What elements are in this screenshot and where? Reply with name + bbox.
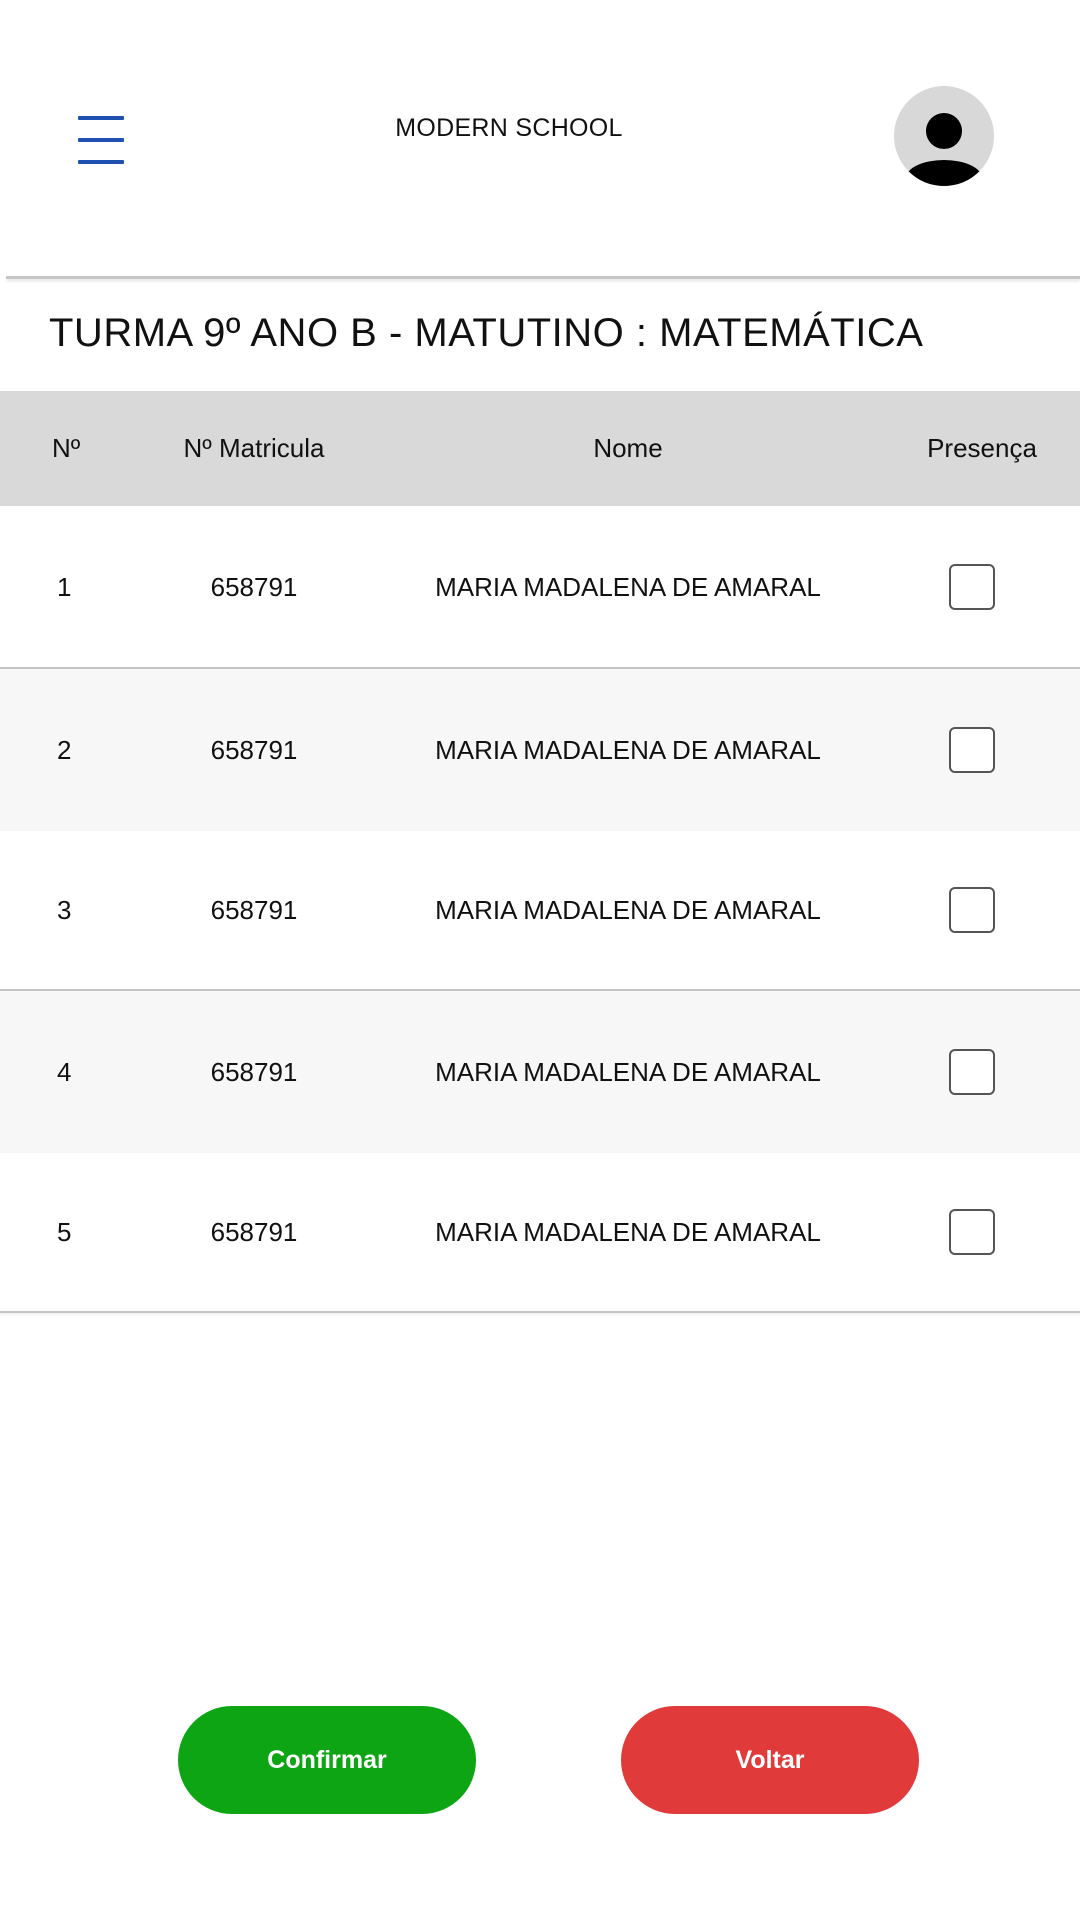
row-student-name: MARIA MADALENA DE AMARAL xyxy=(435,1056,821,1087)
presence-checkbox[interactable] xyxy=(949,1049,995,1095)
confirm-button[interactable]: Confirmar xyxy=(178,1706,476,1814)
presence-checkbox[interactable] xyxy=(949,564,995,610)
table-row: 5 658791 MARIA MADALENA DE AMARAL xyxy=(0,1151,1080,1313)
row-matricula: 658791 xyxy=(210,734,298,765)
back-button[interactable]: Voltar xyxy=(621,1706,919,1814)
row-student-name: MARIA MADALENA DE AMARAL xyxy=(435,1216,821,1247)
column-header-matricula: Nº Matricula xyxy=(183,433,325,463)
row-matricula: 658791 xyxy=(210,1056,298,1087)
row-matricula: 658791 xyxy=(210,1216,298,1247)
table-row: 2 658791 MARIA MADALENA DE AMARAL xyxy=(0,669,1080,831)
row-number: 1 xyxy=(57,571,72,602)
row-presence-cell xyxy=(890,991,1054,1153)
row-presence-cell xyxy=(890,1151,1054,1313)
row-student-name: MARIA MADALENA DE AMARAL xyxy=(435,894,821,925)
row-presence-cell xyxy=(890,506,1054,668)
table-row: 1 658791 MARIA MADALENA DE AMARAL xyxy=(0,506,1080,668)
row-matricula: 658791 xyxy=(210,894,298,925)
table-row: 3 658791 MARIA MADALENA DE AMARAL xyxy=(0,829,1080,991)
row-presence-cell xyxy=(890,829,1054,991)
row-divider xyxy=(0,1311,1080,1313)
row-student-name: MARIA MADALENA DE AMARAL xyxy=(435,571,821,602)
presence-checkbox[interactable] xyxy=(949,1209,995,1255)
row-number: 2 xyxy=(57,734,72,765)
menu-bar xyxy=(78,160,124,164)
column-header-number: Nº xyxy=(52,433,81,463)
app-header: MODERN SCHOOL xyxy=(0,0,1080,276)
row-number: 4 xyxy=(57,1056,72,1087)
user-avatar-icon[interactable] xyxy=(894,86,994,186)
row-number: 5 xyxy=(57,1216,72,1247)
row-presence-cell xyxy=(890,669,1054,831)
presence-checkbox[interactable] xyxy=(949,727,995,773)
row-student-name: MARIA MADALENA DE AMARAL xyxy=(435,734,821,765)
column-header-nome: Nome xyxy=(593,433,663,463)
header-divider xyxy=(6,276,1080,279)
table-row: 4 658791 MARIA MADALENA DE AMARAL xyxy=(0,991,1080,1153)
app-title: MODERN SCHOOL xyxy=(395,114,623,142)
presence-checkbox[interactable] xyxy=(949,887,995,933)
user-silhouette-icon xyxy=(906,113,982,186)
page-title: TURMA 9º ANO B - MATUTINO : MATEMÁTICA xyxy=(49,311,924,355)
row-matricula: 658791 xyxy=(210,571,298,602)
row-number: 3 xyxy=(57,894,72,925)
column-header-presenca: Presença xyxy=(927,433,1037,463)
table-header: Nº Nº Matricula Nome Presença xyxy=(0,391,1080,506)
